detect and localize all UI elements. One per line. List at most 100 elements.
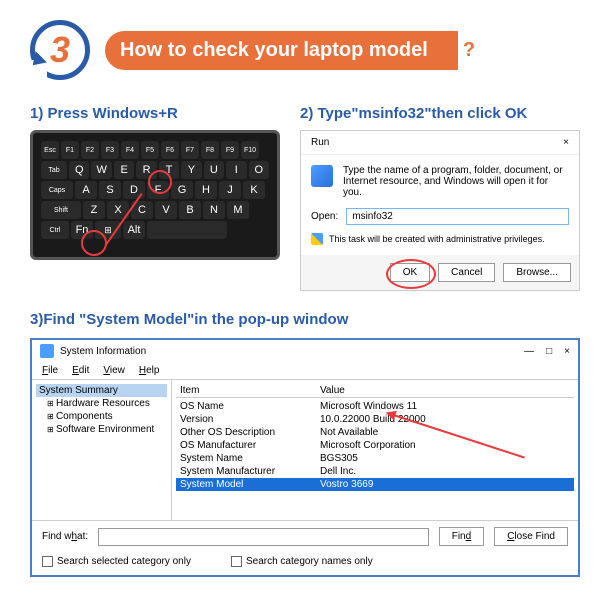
key-f2: F2 bbox=[81, 141, 99, 159]
key-b: B bbox=[179, 201, 201, 219]
row-val: Microsoft Windows 11 bbox=[320, 401, 570, 412]
key-v: V bbox=[155, 201, 177, 219]
details-panel: Item Value OS NameMicrosoft Windows 11 V… bbox=[172, 380, 578, 520]
checkbox-icon bbox=[42, 556, 53, 567]
key-f4: F4 bbox=[121, 141, 139, 159]
menu-edit[interactable]: Edit bbox=[72, 365, 89, 376]
sysinfo-body: System Summary Hardware Resources Compon… bbox=[32, 380, 578, 520]
header-value: Value bbox=[320, 385, 570, 396]
close-icon[interactable]: × bbox=[563, 137, 569, 148]
table-row[interactable]: Version10.0.22000 Build 22000 bbox=[176, 413, 574, 426]
key-ctrl: Ctrl bbox=[41, 221, 69, 239]
ok-button[interactable]: OK bbox=[390, 263, 430, 282]
run-button-bar: OK Cancel Browse... bbox=[301, 255, 579, 290]
run-dialog: Run × Type the name of a program, folder… bbox=[300, 130, 580, 291]
find-label: Find what: bbox=[42, 531, 88, 542]
key-a: A bbox=[75, 181, 97, 199]
menu-file[interactable]: File bbox=[42, 365, 58, 376]
question-mark: ? bbox=[463, 39, 475, 62]
key-caps: Caps bbox=[41, 181, 73, 199]
step-circle-icon: 3 bbox=[30, 20, 90, 80]
browse-button[interactable]: Browse... bbox=[503, 263, 571, 282]
tree-item-software[interactable]: Software Environment bbox=[44, 423, 167, 436]
step3-title: 3)Find "System Model"in the pop-up windo… bbox=[30, 311, 580, 328]
key-z: Z bbox=[83, 201, 105, 219]
key-f10: F10 bbox=[241, 141, 259, 159]
key-shift: Shift bbox=[41, 201, 81, 219]
tree-panel: System Summary Hardware Resources Compon… bbox=[32, 380, 172, 520]
checkbox-label: Search category names only bbox=[246, 556, 373, 567]
row-key: Other OS Description bbox=[180, 427, 320, 438]
privilege-text: This task will be created with administr… bbox=[329, 234, 545, 244]
key-g: G bbox=[171, 181, 193, 199]
row-key: System Name bbox=[180, 453, 320, 464]
find-input[interactable] bbox=[98, 528, 429, 546]
steps-row: 1) Press Windows+R Esc F1 F2 F3 F4 F5 F6… bbox=[30, 105, 580, 291]
row-val: BGS305 bbox=[320, 453, 570, 464]
tree-item-hardware[interactable]: Hardware Resources bbox=[44, 397, 167, 410]
key-y: Y bbox=[181, 161, 201, 179]
key-s: S bbox=[99, 181, 121, 199]
key-f6: F6 bbox=[161, 141, 179, 159]
key-n: N bbox=[203, 201, 225, 219]
sysinfo-app-icon bbox=[40, 344, 54, 358]
find-options: Search selected category only Search cat… bbox=[32, 552, 578, 575]
key-alt: Alt bbox=[123, 221, 145, 239]
row-val: Microsoft Corporation bbox=[320, 440, 570, 451]
row-key: OS Manufacturer bbox=[180, 440, 320, 451]
run-titlebar: Run × bbox=[301, 131, 579, 155]
header-item: Item bbox=[180, 385, 320, 396]
row-key: OS Name bbox=[180, 401, 320, 412]
key-h: H bbox=[195, 181, 217, 199]
row-val: Dell Inc. bbox=[320, 466, 570, 477]
step1-title: 1) Press Windows+R bbox=[30, 105, 280, 122]
find-bar: Find what: Find Close Find bbox=[32, 520, 578, 552]
table-row[interactable]: OS ManufacturerMicrosoft Corporation bbox=[176, 439, 574, 452]
minimize-icon[interactable]: — bbox=[524, 346, 534, 357]
maximize-icon[interactable]: □ bbox=[546, 346, 552, 357]
highlight-ok-icon bbox=[386, 259, 436, 289]
key-j: J bbox=[219, 181, 241, 199]
close-find-button[interactable]: Close Find bbox=[494, 527, 568, 546]
tree-root[interactable]: System Summary bbox=[36, 384, 167, 397]
checkbox-selected-category[interactable]: Search selected category only bbox=[42, 556, 191, 567]
close-icon[interactable]: × bbox=[564, 346, 570, 357]
table-row[interactable]: Other OS DescriptionNot Available bbox=[176, 426, 574, 439]
row-key: Version bbox=[180, 414, 320, 425]
menu-help[interactable]: Help bbox=[139, 365, 160, 376]
step-number: 3 bbox=[50, 29, 70, 71]
key-f9: F9 bbox=[221, 141, 239, 159]
key-w: W bbox=[91, 161, 111, 179]
sysinfo-title: System Information bbox=[60, 346, 146, 357]
key-f1: F1 bbox=[61, 141, 79, 159]
sysinfo-menubar: File Edit View Help bbox=[32, 362, 578, 380]
table-row[interactable]: OS NameMicrosoft Windows 11 bbox=[176, 400, 574, 413]
details-header: Item Value bbox=[176, 384, 574, 398]
cancel-button[interactable]: Cancel bbox=[438, 263, 495, 282]
tree-item-components[interactable]: Components bbox=[44, 410, 167, 423]
step1-column: 1) Press Windows+R Esc F1 F2 F3 F4 F5 F6… bbox=[30, 105, 280, 291]
find-button[interactable]: Find bbox=[439, 527, 484, 546]
run-description: Type the name of a program, folder, docu… bbox=[343, 165, 569, 198]
table-row[interactable]: System ManufacturerDell Inc. bbox=[176, 465, 574, 478]
row-key: System Model bbox=[180, 479, 320, 490]
key-q: Q bbox=[69, 161, 89, 179]
key-f5: F5 bbox=[141, 141, 159, 159]
menu-view[interactable]: View bbox=[103, 365, 125, 376]
key-f3: F3 bbox=[101, 141, 119, 159]
row-val: 10.0.22000 Build 22000 bbox=[320, 414, 570, 425]
highlight-win-icon bbox=[81, 230, 107, 256]
checkbox-label: Search selected category only bbox=[57, 556, 191, 567]
checkbox-category-names[interactable]: Search category names only bbox=[231, 556, 373, 567]
run-app-icon bbox=[311, 165, 333, 187]
key-esc: Esc bbox=[41, 141, 59, 159]
window-controls: — □ × bbox=[524, 346, 570, 357]
table-row-selected[interactable]: System ModelVostro 3669 bbox=[176, 478, 574, 491]
run-input[interactable] bbox=[346, 208, 569, 225]
row-key: System Manufacturer bbox=[180, 466, 320, 477]
key-f7: F7 bbox=[181, 141, 199, 159]
key-i: I bbox=[226, 161, 246, 179]
key-f8: F8 bbox=[201, 141, 219, 159]
key-e: E bbox=[114, 161, 134, 179]
step2-column: 2) Type"msinfo32"then click OK Run × Typ… bbox=[300, 105, 580, 291]
